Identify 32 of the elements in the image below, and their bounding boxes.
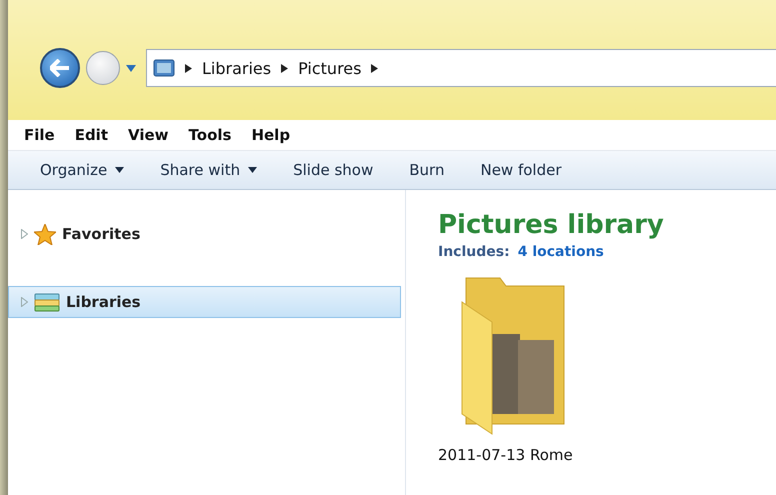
caret-icon — [248, 167, 258, 173]
menu-item[interactable]: View — [120, 124, 177, 146]
includes-label: Includes: — [438, 244, 510, 260]
library-icon — [34, 292, 60, 312]
breadcrumb[interactable]: Libraries — [202, 58, 272, 78]
menu-item[interactable]: File — [16, 124, 63, 146]
recent-pages-caret-icon[interactable] — [126, 64, 136, 72]
library-title: Pictures library — [438, 210, 665, 240]
menu-item[interactable]: Help — [243, 124, 298, 146]
breadcrumb[interactable]: Pictures — [298, 58, 362, 78]
toolbar-button[interactable]: Slide show — [281, 157, 386, 183]
toolbar-button[interactable]: Organize — [28, 157, 136, 183]
chevron-icon — [185, 64, 192, 72]
folder-name: 2011-07-13 Rome — [438, 446, 573, 464]
caret-icon — [115, 167, 124, 173]
chevron-icon — [371, 64, 378, 72]
back-arrow-icon — [50, 59, 70, 77]
menu-item[interactable]: Edit — [66, 124, 116, 146]
expander-icon[interactable] — [21, 229, 28, 239]
toolbar-button[interactable]: Share with — [148, 157, 270, 183]
locations-link[interactable]: 4 locations — [518, 244, 604, 260]
chevron-icon — [281, 64, 288, 72]
nav-pane-item[interactable]: Favorites — [8, 218, 401, 250]
toolbar-button[interactable]: Burn — [397, 157, 456, 183]
nav-pane-item[interactable]: Libraries — [8, 286, 401, 318]
forward-button[interactable] — [86, 51, 120, 85]
address-bar[interactable]: Libraries Pictures — [146, 49, 776, 87]
back-button[interactable] — [40, 48, 80, 88]
menu-item[interactable]: Tools — [180, 124, 240, 146]
star-icon — [34, 224, 56, 244]
folder-pictures-icon — [153, 59, 175, 77]
toolbar-button[interactable]: New folder — [468, 157, 574, 183]
